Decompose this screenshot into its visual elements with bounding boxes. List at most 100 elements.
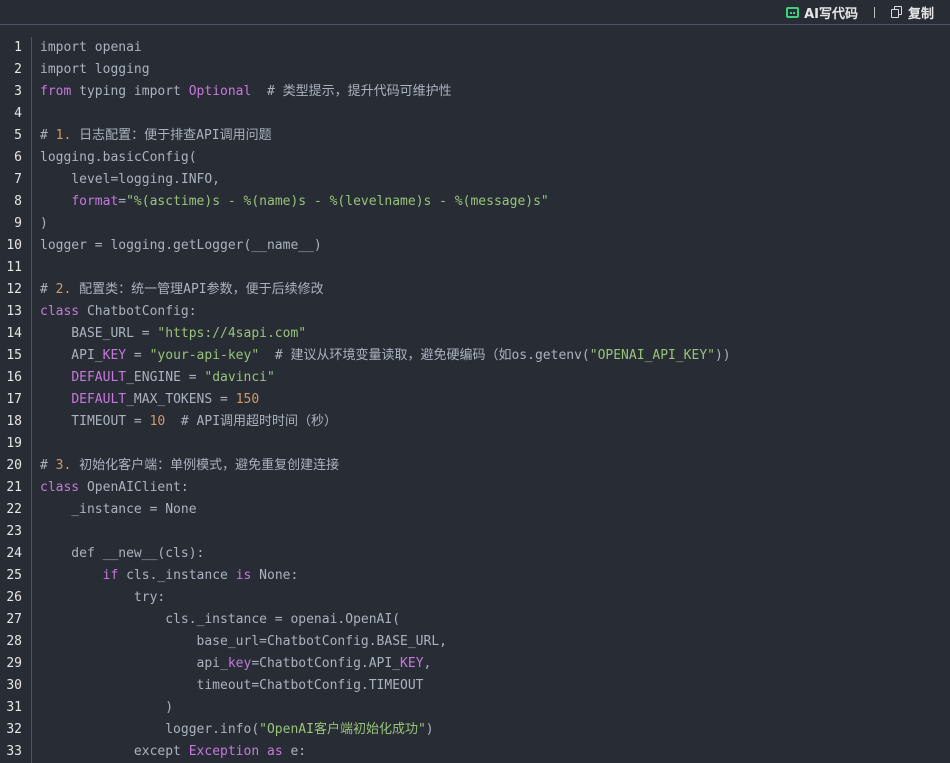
code-token: BASE_URL = (40, 326, 158, 341)
code-token: None: (251, 568, 299, 583)
code-token: logger = logging.getLogger(__name__) (40, 238, 322, 253)
code-line: 8 format="%(asctime)s - %(name)s - %(lev… (0, 191, 950, 213)
code-token: 150 (235, 392, 260, 407)
code-token: , (423, 656, 432, 671)
code-token: KEY (400, 656, 424, 671)
line-number: 5 (14, 128, 22, 143)
line-number: 4 (14, 106, 22, 121)
ai-write-code-button[interactable]: AI写代码 (786, 3, 858, 22)
code-line: 24 def __new__(cls): (0, 543, 950, 565)
line-number: 12 (6, 282, 22, 297)
code-line: 5 # 1. 日志配置：便于排查API调用问题 (0, 125, 950, 147)
code-text: base_url=ChatbotConfig.BASE_URL, (40, 631, 447, 653)
line-number: 29 (6, 656, 22, 671)
line-number: 11 (6, 260, 22, 275)
code-token: # 建议从环境变量读取，避免硬编码（如os.getenv( (259, 348, 590, 363)
code-token: ) (425, 722, 434, 737)
code-token: ) (40, 700, 174, 715)
copy-icon (890, 6, 903, 18)
line-number: 3 (14, 84, 22, 99)
code-token: "OpenAI客户端初始化成功" (259, 722, 426, 737)
code-text: cls._instance = openai.OpenAI( (40, 609, 400, 631)
code-line: 19 (0, 433, 950, 455)
line-number: 33 (6, 744, 22, 759)
line-number: 32 (6, 722, 22, 737)
code-token: OpenAIClient: (79, 480, 189, 495)
code-line: 9) (0, 213, 950, 235)
code-line: 22 _instance = None (0, 499, 950, 521)
code-token: "https://4sapi.com" (157, 326, 307, 341)
code-token: Optional (188, 84, 252, 99)
code-line: 28 base_url=ChatbotConfig.BASE_URL, (0, 631, 950, 653)
line-number: 9 (14, 216, 22, 231)
code-text: if cls._instance is None: (40, 565, 299, 587)
code-line: 31 ) (0, 697, 950, 719)
code-token: cls._instance = openai.OpenAI( (40, 612, 401, 627)
code-token: Exception (188, 744, 260, 759)
code-line: 4 (0, 103, 950, 125)
code-text: _instance = None (40, 499, 197, 521)
code-token: ) (40, 216, 48, 231)
line-number: 14 (6, 326, 22, 341)
code-token: typing import (71, 84, 189, 99)
line-number: 25 (6, 568, 22, 583)
robot-icon (786, 6, 800, 18)
code-token: # (40, 128, 56, 143)
code-token: 初始化客户端：单例模式，避免重复创建连接 (71, 458, 340, 473)
code-line: 20 # 3. 初始化客户端：单例模式，避免重复创建连接 (0, 455, 950, 477)
code-text: import openai (40, 37, 142, 59)
copy-button[interactable]: 复制 (890, 3, 934, 22)
code-token: import logging (40, 62, 150, 77)
code-text: logger.info("OpenAI客户端初始化成功") (40, 719, 434, 741)
code-token: except (40, 744, 189, 759)
code-token: e: (282, 744, 307, 759)
code-token: "%(asctime)s - %(name)s - %(levelname)s … (126, 194, 549, 209)
code-line: 6 logging.basicConfig( (0, 147, 950, 169)
code-line: 12 # 2. 配置类：统一管理API参数，便于后续修改 (0, 279, 950, 301)
code-token: "OPENAI_API_KEY" (589, 348, 715, 363)
code-token: = (126, 348, 150, 363)
code-text: logging.basicConfig( (40, 147, 197, 169)
code-token: try: (40, 590, 166, 605)
code-token: class (40, 480, 80, 495)
code-token: is (235, 568, 252, 583)
code-token: logging.basicConfig( (40, 150, 197, 165)
code-text: except Exception as e: (40, 741, 306, 763)
code-text: class ChatbotConfig: (40, 301, 197, 323)
code-token: logger.info( (40, 722, 260, 737)
code-line: 14 BASE_URL = "https://4sapi.com" (0, 323, 950, 345)
code-token: from (40, 84, 72, 99)
code-line: 27 cls._instance = openai.OpenAI( (0, 609, 950, 631)
code-token: level=logging.INFO, (40, 172, 221, 187)
code-text: DEFAULT_ENGINE = "davinci" (40, 367, 275, 389)
code-text: level=logging.INFO, (40, 169, 220, 191)
code-token: 3. (55, 458, 72, 473)
line-number: 7 (14, 172, 22, 187)
line-number: 1 (14, 40, 22, 55)
code-block[interactable]: 1 import openai 2 import logging 3 from typin… (0, 37, 950, 763)
code-token: 1. (55, 128, 72, 143)
toolbar-divider (873, 6, 875, 18)
code-token: _instance = None (40, 502, 197, 517)
code-line: 21 class OpenAIClient: (0, 477, 950, 499)
code-text: TIMEOUT = 10 # API调用超时时间（秒） (40, 411, 337, 433)
code-token: = (118, 194, 127, 209)
line-number: 13 (6, 304, 22, 319)
code-token: 10 (149, 414, 166, 429)
code-line: 3 from typing import Optional # 类型提示，提升代码… (0, 81, 950, 103)
code-token: format (71, 194, 119, 209)
line-number: 24 (6, 546, 22, 561)
code-token: "davinci" (204, 370, 275, 385)
code-line: 18 TIMEOUT = 10 # API调用超时时间（秒） (0, 411, 950, 433)
code-line: 30 timeout=ChatbotConfig.TIMEOUT (0, 675, 950, 697)
code-toolbar: AI写代码 复制 (0, 0, 950, 25)
code-token: DEFAULT (71, 392, 127, 407)
code-token: # 类型提示，提升代码可维护性 (251, 84, 452, 99)
code-line: 10 logger = logging.getLogger(__name__) (0, 235, 950, 257)
line-number: 17 (6, 392, 22, 407)
code-text: API_KEY = "your-api-key" # 建议从环境变量读取，避免硬… (40, 345, 730, 367)
